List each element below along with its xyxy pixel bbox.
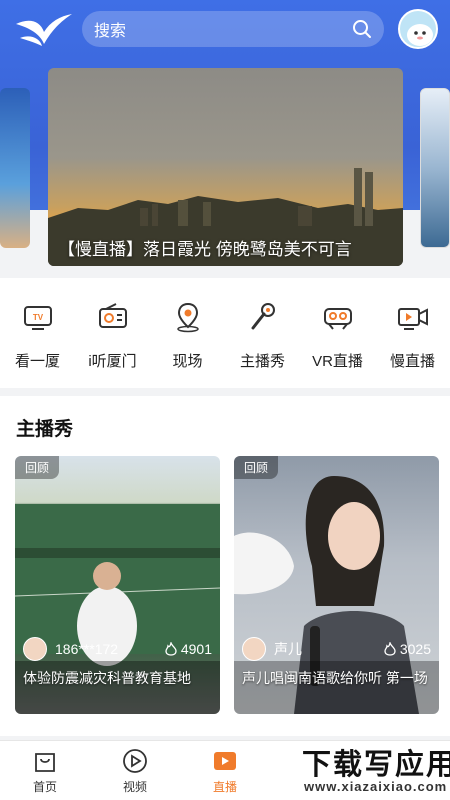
nav-item-vrzhibo[interactable]: VR直播: [300, 290, 375, 380]
live-tv-icon: [214, 752, 236, 770]
watermark-url: www.xiazaixiao.com: [304, 779, 448, 794]
microphone-icon: [251, 303, 275, 330]
nav-label: 主播秀: [239, 353, 285, 370]
anchor-show-section: 主播秀 回顾 186***172 4901 体验防震减灾科普教育基地 回顾 声儿…: [0, 396, 450, 736]
search-icon[interactable]: [352, 19, 372, 39]
banner-next-card[interactable]: [420, 88, 450, 248]
nav-label: 现场: [172, 353, 203, 370]
anchor-card[interactable]: 回顾 186***172 4901 体验防震减灾科普教育基地: [15, 456, 220, 714]
replay-tag: 回顾: [15, 456, 60, 479]
search-bar[interactable]: 搜索: [82, 11, 384, 47]
anchor-avatar[interactable]: [242, 637, 266, 661]
view-count-value: 4901: [180, 641, 212, 657]
nav-item-zhuboxiu[interactable]: 主播秀: [225, 290, 300, 380]
tab-home[interactable]: 首页: [0, 741, 90, 800]
site-watermark: 下载写应用 www.xiazaixiao.com: [298, 741, 450, 799]
play-circle-icon: [123, 749, 147, 773]
category-nav: TV 看一厦 i听厦门 现场 主播秀 VR直播 慢直播: [0, 290, 450, 380]
banner-title: 【慢直播】落日霞光 傍晚鹭岛美不可言: [58, 240, 352, 259]
tab-video[interactable]: 视频: [90, 741, 180, 800]
anchor-name: 186***172: [55, 641, 119, 657]
svg-text:TV: TV: [32, 313, 43, 322]
view-count: 4901: [164, 641, 212, 657]
view-count-value: 3025: [399, 641, 431, 657]
app-logo-icon[interactable]: [14, 10, 74, 50]
nav-item-itingxiamen[interactable]: i听厦门: [75, 290, 150, 380]
card-meta: 186***172 4901: [23, 636, 212, 662]
banner-slide[interactable]: 【慢直播】落日霞光 傍晚鹭岛美不可言: [48, 68, 403, 266]
tab-label: 直播: [212, 780, 237, 794]
section-title: 主播秀: [16, 419, 74, 440]
watermark-main: 下载写应用: [302, 749, 450, 781]
home-bag-icon: [35, 753, 55, 772]
tab-label: 首页: [32, 780, 57, 794]
card-title: 声儿唱闽南语歌给你听 第一场: [242, 670, 428, 686]
view-count: 3025: [383, 641, 431, 657]
banner-prev-card[interactable]: [0, 88, 30, 248]
flame-icon: [384, 642, 396, 656]
nav-item-xianchang[interactable]: 现场: [150, 290, 225, 380]
card-meta: 声儿 3025: [242, 636, 431, 662]
flame-icon: [165, 642, 177, 656]
tv-icon: TV: [23, 306, 52, 330]
card-title: 体验防震减灾科普教育基地: [23, 670, 191, 686]
app-screen: 搜索 【慢直播】落日霞光 傍晚鹭岛美不可言 TV 看一厦 i听厦门 现场 主播秀…: [0, 0, 450, 800]
tab-label: 视频: [122, 780, 147, 794]
vr-headset-icon: [323, 308, 352, 330]
nav-item-kanyixia[interactable]: TV 看一厦: [0, 290, 75, 380]
avatar-mascot-icon: [407, 24, 433, 46]
anchor-card[interactable]: 回顾 声儿 3025 声儿唱闽南语歌给你听 第一场: [234, 456, 439, 714]
nav-label: 慢直播: [389, 353, 435, 370]
location-pin-icon: [176, 302, 199, 333]
anchor-avatar[interactable]: [23, 637, 47, 661]
replay-tag: 回顾: [234, 456, 279, 479]
radio-icon: [98, 303, 127, 328]
nav-label: VR直播: [312, 353, 363, 370]
nav-label: i听厦门: [88, 353, 137, 370]
user-avatar[interactable]: [398, 9, 438, 49]
search-input[interactable]: 搜索: [94, 17, 352, 41]
tab-live[interactable]: 直播: [180, 741, 270, 800]
nav-item-manzhibo[interactable]: 慢直播: [375, 290, 450, 380]
nav-label: 看一厦: [14, 353, 60, 370]
anchor-name: 声儿: [274, 641, 302, 657]
video-camera-icon: [397, 308, 428, 330]
